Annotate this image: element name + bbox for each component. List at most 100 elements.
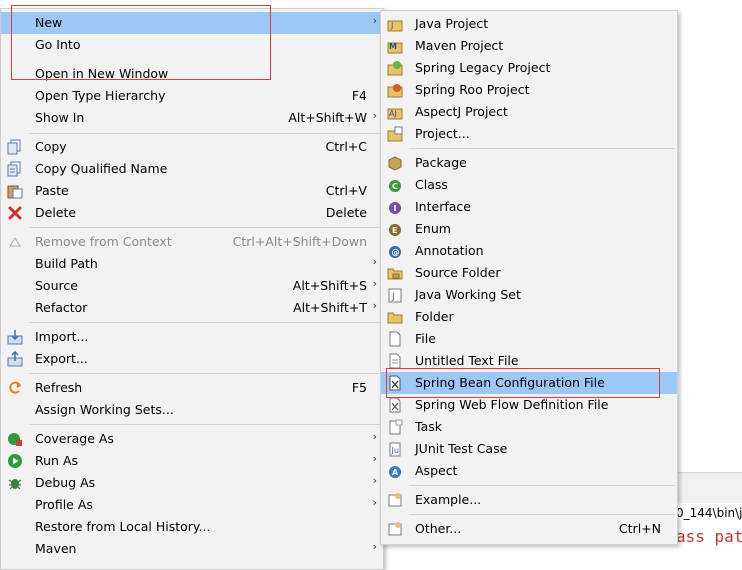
submenu-item-label: Project...: [415, 126, 470, 141]
submenu-arrow-icon: ›: [372, 255, 377, 268]
submenu-item-java-working-set[interactable]: J Java Working Set: [381, 284, 677, 306]
menu-item-refactor[interactable]: Refactor Alt+Shift+T ›: [1, 297, 383, 319]
submenu-arrow-icon: ›: [372, 496, 377, 509]
menu-item-copy[interactable]: Copy Ctrl+C: [1, 136, 383, 158]
menu-item-label: Show In: [35, 110, 85, 125]
submenu-item-file[interactable]: File: [381, 328, 677, 350]
copy-qualified-icon: [7, 161, 23, 177]
menu-item-source[interactable]: Source Alt+Shift+S ›: [1, 275, 383, 297]
menu-item-paste[interactable]: Paste Ctrl+V: [1, 180, 383, 202]
menu-item-restore-from-local-history[interactable]: Restore from Local History...: [1, 516, 383, 538]
menu-item-export[interactable]: Export...: [1, 348, 383, 370]
svg-text:C: C: [392, 182, 398, 191]
submenu-item-aspect[interactable]: A Aspect: [381, 460, 677, 482]
svg-text:I: I: [394, 204, 397, 213]
submenu-item-label: Source Folder: [415, 265, 501, 280]
folder-icon: [387, 309, 403, 325]
menu-item-profile-as[interactable]: Profile As ›: [1, 494, 383, 516]
submenu-item-spring-roo-project[interactable]: Spring Roo Project: [381, 79, 677, 101]
menu-separator: [29, 133, 381, 134]
run-icon: [7, 453, 23, 469]
aspectj-project-icon: AJ: [387, 104, 403, 120]
menu-item-maven[interactable]: Maven ›: [1, 538, 383, 560]
menu-item-label: Copy: [35, 139, 67, 154]
svg-text:J: J: [391, 292, 395, 302]
submenu-item-java-project[interactable]: J Java Project: [381, 13, 677, 35]
junit-icon: Ju: [387, 441, 403, 457]
menu-item-label: Run As: [35, 453, 79, 468]
menu-item-label: Coverage As: [35, 431, 114, 446]
submenu-item-label: Class: [415, 177, 448, 192]
menu-item-label: Remove from Context: [35, 234, 172, 249]
submenu-item-label: Spring Legacy Project: [415, 60, 551, 75]
submenu-item-interface[interactable]: I Interface: [381, 196, 677, 218]
menu-item-run-as[interactable]: Run As ›: [1, 450, 383, 472]
submenu-item-class[interactable]: C Class: [381, 174, 677, 196]
submenu-item-package[interactable]: Package: [381, 152, 677, 174]
menu-item-shortcut: Ctrl+N: [618, 521, 661, 536]
submenu-item-maven-project[interactable]: M Maven Project: [381, 35, 677, 57]
menu-item-label: Restore from Local History...: [35, 519, 211, 534]
svg-text:A: A: [392, 468, 399, 477]
submenu-item-spring-legacy-project[interactable]: Spring Legacy Project: [381, 57, 677, 79]
menu-item-label: Build Path: [35, 256, 98, 271]
menu-item-assign-working-sets[interactable]: Assign Working Sets...: [1, 399, 383, 421]
copy-icon: [7, 139, 23, 155]
class-icon: C: [387, 177, 403, 193]
menu-item-delete[interactable]: Delete Delete: [1, 202, 383, 224]
submenu-item-label: Annotation: [415, 243, 484, 258]
submenu-item-task[interactable]: Task: [381, 416, 677, 438]
menu-item-remove-from-context[interactable]: Remove from Context Ctrl+Alt+Shift+Down: [1, 231, 383, 253]
menu-item-coverage-as[interactable]: Coverage As ›: [1, 428, 383, 450]
remove-context-icon: [7, 234, 23, 250]
import-icon: [7, 329, 23, 345]
menu-item-shortcut: F4: [351, 88, 367, 103]
file-icon: [387, 331, 403, 347]
refresh-icon: [7, 380, 23, 396]
submenu-item-folder[interactable]: Folder: [381, 306, 677, 328]
submenu-item-label: AspectJ Project: [415, 104, 508, 119]
delete-icon: [7, 205, 23, 221]
menu-item-shortcut: Delete: [325, 205, 367, 220]
menu-item-debug-as[interactable]: Debug As ›: [1, 472, 383, 494]
submenu-item-enum[interactable]: E Enum: [381, 218, 677, 240]
aspect-icon: A: [387, 463, 403, 479]
menu-item-import[interactable]: Import...: [1, 326, 383, 348]
submenu-item-label: Enum: [415, 221, 451, 236]
export-icon: [7, 350, 23, 367]
menu-item-label: Copy Qualified Name: [35, 161, 168, 176]
text-file-icon: [387, 353, 403, 369]
menu-item-label: Refresh: [35, 380, 83, 395]
menu-separator: [409, 148, 675, 149]
submenu-item-other[interactable]: Other... Ctrl+N: [381, 518, 677, 540]
menu-item-shortcut: F5: [351, 380, 367, 395]
submenu-item-junit-test-case[interactable]: Ju JUnit Test Case: [381, 438, 677, 460]
submenu-item-label: Folder: [415, 309, 454, 324]
submenu-item-annotation[interactable]: @ Annotation: [381, 240, 677, 262]
java-project-icon: J: [387, 16, 403, 32]
task-icon: [387, 419, 403, 435]
menu-item-copy-qualified-name[interactable]: Copy Qualified Name: [1, 158, 383, 180]
console-tab-strip: [676, 472, 742, 503]
menu-item-label: Maven: [35, 541, 77, 556]
spring-legacy-project-icon: [387, 60, 403, 76]
enum-icon: E: [387, 221, 403, 237]
paste-icon: [7, 183, 23, 199]
menu-separator: [409, 514, 675, 515]
menu-item-refresh[interactable]: Refresh F5: [1, 377, 383, 399]
submenu-item-aspectj-project[interactable]: AJ AspectJ Project: [381, 101, 677, 123]
menu-item-build-path[interactable]: Build Path ›: [1, 253, 383, 275]
svg-text:@: @: [392, 248, 400, 257]
menu-item-label: Assign Working Sets...: [35, 402, 174, 417]
project-icon: [387, 126, 403, 142]
submenu-item-source-folder[interactable]: Source Folder: [381, 262, 677, 284]
submenu-item-label: Task: [415, 419, 442, 434]
web-flow-icon: [387, 397, 403, 413]
menu-item-shortcut: Alt+Shift+S: [292, 278, 367, 293]
menu-item-show-in[interactable]: Show In Alt+Shift+W ›: [1, 107, 383, 129]
submenu-item-example[interactable]: Example...: [381, 489, 677, 511]
menu-separator: [409, 485, 675, 486]
submenu-item-project[interactable]: Project...: [381, 123, 677, 145]
spring-roo-project-icon: [387, 82, 403, 98]
menu-item-open-type-hierarchy[interactable]: Open Type Hierarchy F4: [1, 85, 383, 107]
